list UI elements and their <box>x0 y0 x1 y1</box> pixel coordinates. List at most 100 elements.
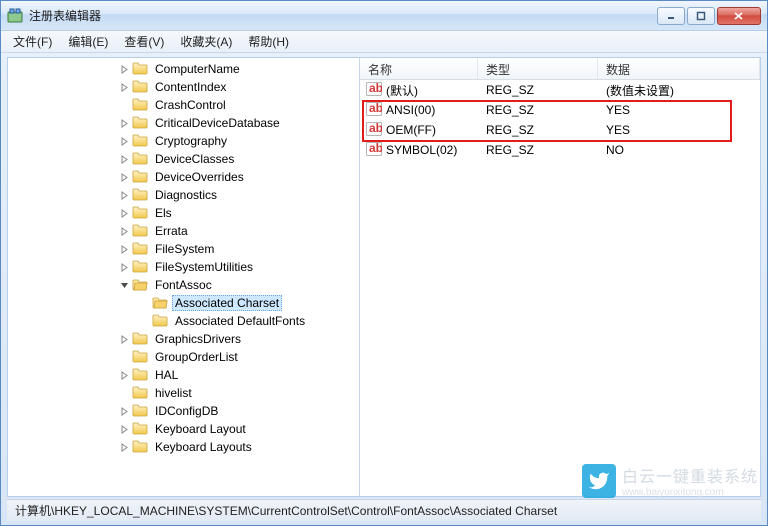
tree-node[interactable]: hivelist <box>8 384 359 402</box>
menu-help[interactable]: 帮助(H) <box>240 31 297 52</box>
tree-items: ComputerName ContentIndex CrashControl Crit… <box>8 58 359 458</box>
chevron-right-icon[interactable] <box>118 405 130 417</box>
chevron-right-icon[interactable] <box>118 63 130 75</box>
tree-node-label[interactable]: HAL <box>152 367 181 383</box>
tree-node[interactable]: FontAssoc <box>8 276 359 294</box>
column-data[interactable]: 数据 <box>598 58 760 79</box>
chevron-right-icon[interactable] <box>118 243 130 255</box>
value-name: (默认) <box>386 82 418 99</box>
tree-node-label[interactable]: CrashControl <box>152 97 229 113</box>
tree-node-label[interactable]: Associated DefaultFonts <box>172 313 308 329</box>
chevron-right-icon[interactable] <box>118 333 130 345</box>
chevron-right-icon[interactable] <box>118 189 130 201</box>
minimize-button[interactable] <box>657 7 685 25</box>
cell-name: ab(默认) <box>360 80 478 101</box>
tree-node[interactable]: Cryptography <box>8 132 359 150</box>
expander-spacer <box>118 351 130 363</box>
chevron-right-icon[interactable] <box>118 207 130 219</box>
tree-node-label[interactable]: FontAssoc <box>152 277 215 293</box>
list-row[interactable]: abOEM(FF)REG_SZYES <box>360 120 760 140</box>
cell-name: abANSI(00) <box>360 100 478 121</box>
tree-node-label[interactable]: CriticalDeviceDatabase <box>152 115 283 131</box>
menu-view[interactable]: 查看(V) <box>116 31 172 52</box>
tree-node[interactable]: CrashControl <box>8 96 359 114</box>
chevron-right-icon[interactable] <box>118 225 130 237</box>
folder-icon <box>132 133 152 150</box>
expander-spacer <box>138 297 150 309</box>
menu-file[interactable]: 文件(F) <box>5 31 60 52</box>
list-row[interactable]: ab(默认)REG_SZ(数值未设置) <box>360 80 760 100</box>
tree-node-label[interactable]: GraphicsDrivers <box>152 331 244 347</box>
expander-spacer <box>118 99 130 111</box>
cell-data: NO <box>598 141 760 159</box>
menu-favorites[interactable]: 收藏夹(A) <box>172 31 240 52</box>
folder-icon <box>132 385 152 402</box>
tree-node-label[interactable]: FileSystem <box>152 241 217 257</box>
tree-node-label[interactable]: GroupOrderList <box>152 349 241 365</box>
tree-node-label[interactable]: IDConfigDB <box>152 403 221 419</box>
tree-node-label[interactable]: FileSystemUtilities <box>152 259 256 275</box>
tree-node-label[interactable]: Cryptography <box>152 133 230 149</box>
close-button[interactable] <box>717 7 761 25</box>
tree-node-label[interactable]: ContentIndex <box>152 79 229 95</box>
tree-node[interactable]: DeviceOverrides <box>8 168 359 186</box>
tree-node-label[interactable]: DeviceClasses <box>152 151 237 167</box>
tree-node[interactable]: Associated DefaultFonts <box>8 312 359 330</box>
chevron-right-icon[interactable] <box>118 261 130 273</box>
list-row[interactable]: abANSI(00)REG_SZYES <box>360 100 760 120</box>
tree-node[interactable]: Keyboard Layout <box>8 420 359 438</box>
maximize-button[interactable] <box>687 7 715 25</box>
tree-pane[interactable]: ComputerName ContentIndex CrashControl Crit… <box>8 58 360 496</box>
tree-node-label[interactable]: Diagnostics <box>152 187 220 203</box>
list-pane[interactable]: 名称 类型 数据 ab(默认)REG_SZ(数值未设置)abANSI(00)RE… <box>360 58 760 496</box>
chevron-right-icon[interactable] <box>118 153 130 165</box>
tree-node[interactable]: GroupOrderList <box>8 348 359 366</box>
tree-node[interactable]: Els <box>8 204 359 222</box>
tree-node-label[interactable]: Errata <box>152 223 191 239</box>
menu-edit[interactable]: 编辑(E) <box>60 31 116 52</box>
tree-node[interactable]: Keyboard Layouts <box>8 438 359 456</box>
tree-node[interactable]: DeviceClasses <box>8 150 359 168</box>
tree-node[interactable]: HAL <box>8 366 359 384</box>
tree-node-label[interactable]: Keyboard Layout <box>152 421 249 437</box>
chevron-right-icon[interactable] <box>118 81 130 93</box>
svg-text:ab: ab <box>369 122 382 135</box>
content-area: ComputerName ContentIndex CrashControl Crit… <box>7 57 761 497</box>
tree-node-label[interactable]: DeviceOverrides <box>152 169 247 185</box>
folder-icon <box>132 259 152 276</box>
tree-node[interactable]: FileSystem <box>8 240 359 258</box>
tree-node-label[interactable]: ComputerName <box>152 61 243 77</box>
tree-node[interactable]: ComputerName <box>8 60 359 78</box>
tree-node-label[interactable]: hivelist <box>152 385 195 401</box>
column-type[interactable]: 类型 <box>478 58 598 79</box>
list-header: 名称 类型 数据 <box>360 58 760 80</box>
tree-node[interactable]: FileSystemUtilities <box>8 258 359 276</box>
tree-node[interactable]: CriticalDeviceDatabase <box>8 114 359 132</box>
tree-node[interactable]: Associated Charset <box>8 294 359 312</box>
chevron-right-icon[interactable] <box>118 441 130 453</box>
chevron-right-icon[interactable] <box>118 369 130 381</box>
chevron-right-icon[interactable] <box>118 171 130 183</box>
tree-node[interactable]: Diagnostics <box>8 186 359 204</box>
tree-node-label[interactable]: Els <box>152 205 175 221</box>
titlebar[interactable]: 注册表编辑器 <box>1 1 767 31</box>
list-row[interactable]: abSYMBOL(02)REG_SZNO <box>360 140 760 160</box>
chevron-right-icon[interactable] <box>118 423 130 435</box>
tree-node[interactable]: ContentIndex <box>8 78 359 96</box>
column-name[interactable]: 名称 <box>360 58 478 79</box>
tree-node[interactable]: Errata <box>8 222 359 240</box>
chevron-right-icon[interactable] <box>118 117 130 129</box>
tree-node-label[interactable]: Keyboard Layouts <box>152 439 255 455</box>
cell-name: abOEM(FF) <box>360 120 478 141</box>
folder-icon <box>132 349 152 366</box>
folder-icon <box>132 241 152 258</box>
tree-node-label[interactable]: Associated Charset <box>172 295 282 311</box>
string-value-icon: ab <box>366 82 382 99</box>
chevron-down-icon[interactable] <box>118 279 130 291</box>
close-icon <box>733 11 745 21</box>
folder-icon <box>132 79 152 96</box>
cell-type: REG_SZ <box>478 141 598 159</box>
tree-node[interactable]: IDConfigDB <box>8 402 359 420</box>
tree-node[interactable]: GraphicsDrivers <box>8 330 359 348</box>
chevron-right-icon[interactable] <box>118 135 130 147</box>
